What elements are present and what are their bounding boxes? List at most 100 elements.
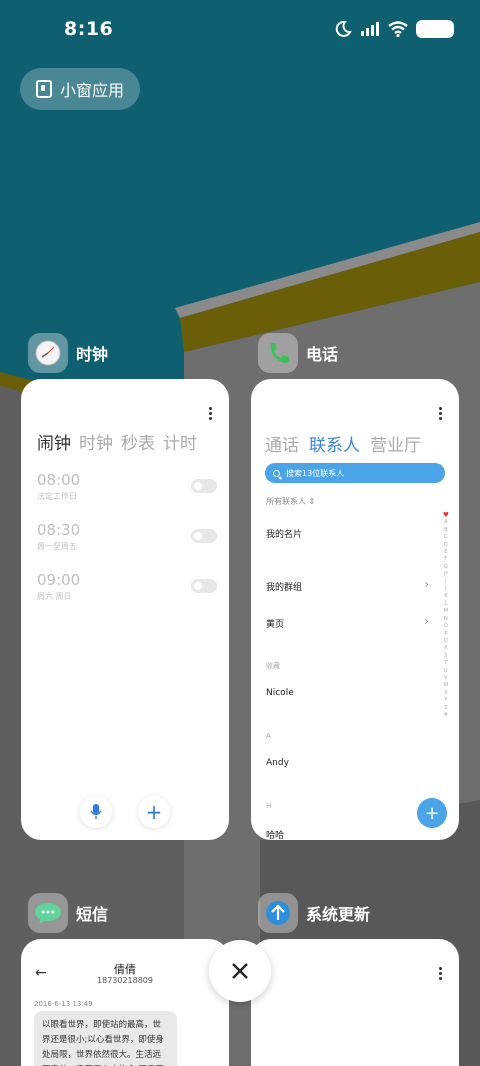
- contact-row[interactable]: Andy: [266, 758, 289, 768]
- alarm-time: 08:30: [37, 521, 81, 539]
- add-alarm-button[interactable]: +: [138, 796, 170, 828]
- close-icon: [232, 963, 248, 979]
- index-letter[interactable]: E: [444, 549, 447, 556]
- contact-search-input[interactable]: 搜索13位联系人: [265, 463, 445, 483]
- index-letter[interactable]: R: [444, 645, 447, 652]
- microphone-icon: [90, 804, 102, 819]
- tab-timer[interactable]: 计时: [163, 429, 197, 454]
- sms-app-name: 短信: [76, 905, 109, 924]
- index-letter[interactable]: J: [445, 586, 446, 593]
- favorites-heart-icon[interactable]: ♥: [443, 511, 449, 519]
- tab-calls[interactable]: 通话: [265, 431, 299, 456]
- signal-icon: [361, 22, 379, 36]
- index-letter[interactable]: Y: [444, 697, 447, 704]
- index-letter[interactable]: C: [444, 534, 448, 541]
- contact-filter-label: 所有联系人: [266, 497, 306, 506]
- more-menu-icon[interactable]: [435, 407, 445, 420]
- contact-row[interactable]: Nicole: [266, 688, 294, 698]
- alarm-time: 08:00: [37, 471, 81, 489]
- index-letter[interactable]: #: [444, 712, 448, 719]
- plus-icon: +: [424, 802, 440, 824]
- contact-row[interactable]: 哈哈: [266, 828, 284, 840]
- battery-icon: [416, 20, 454, 38]
- status-bar: 8:16: [0, 0, 480, 60]
- search-placeholder: 搜索13位联系人: [286, 468, 345, 478]
- index-letter[interactable]: Q: [444, 638, 448, 645]
- sms-app-card[interactable]: ← 倩倩 18730218809 2016-6-13 13:49 以眼看世界，即…: [21, 939, 229, 1066]
- index-letter[interactable]: F: [444, 556, 447, 563]
- more-menu-icon[interactable]: [435, 967, 445, 980]
- phone-app-card[interactable]: 通话 联系人 营业厅 搜索13位联系人 所有联系人 ⇕ 我的名片 我的群组 › …: [251, 379, 459, 840]
- phone-app-icon: [258, 333, 298, 373]
- index-letter[interactable]: K: [444, 593, 447, 600]
- index-letter[interactable]: Z: [444, 705, 447, 712]
- alarm-toggle[interactable]: [191, 529, 217, 543]
- clock-app-name: 时钟: [76, 345, 109, 364]
- alarm-time: 09:00: [37, 571, 81, 589]
- index-letter[interactable]: G: [444, 564, 448, 571]
- app-header-clock[interactable]: 时钟: [28, 333, 108, 373]
- my-groups-row[interactable]: 我的群组: [266, 580, 302, 593]
- app-header-system-update[interactable]: 系统更新: [258, 893, 370, 933]
- tab-clock[interactable]: 时钟: [79, 429, 113, 454]
- index-letter[interactable]: U: [444, 668, 448, 675]
- small-window-icon: [36, 80, 52, 98]
- sms-app-icon: [28, 893, 68, 933]
- app-header-sms[interactable]: 短信: [28, 893, 108, 933]
- index-letter[interactable]: M: [444, 608, 448, 615]
- index-letter[interactable]: T: [444, 660, 447, 667]
- index-letter[interactable]: B: [444, 527, 447, 534]
- more-menu-icon[interactable]: [205, 407, 215, 420]
- alarm-item[interactable]: 09:00 周六 周日: [37, 571, 217, 602]
- alarm-item[interactable]: 08:30 周一至周五: [37, 521, 217, 552]
- alarm-toggle[interactable]: [191, 479, 217, 493]
- wifi-icon: [388, 21, 408, 37]
- index-letter[interactable]: A: [444, 519, 447, 526]
- app-header-phone[interactable]: 电话: [258, 333, 338, 373]
- index-letter[interactable]: N: [444, 616, 448, 623]
- clock-app-icon: [28, 333, 68, 373]
- section-header-a: A: [266, 732, 271, 740]
- alarm-repeat: 周六 周日: [37, 592, 72, 601]
- section-header-favorites: 收藏: [266, 662, 280, 670]
- chevron-right-icon: ›: [424, 577, 429, 591]
- system-update-app-name: 系统更新: [306, 905, 371, 924]
- contact-filter-dropdown[interactable]: 所有联系人 ⇕: [266, 496, 315, 507]
- index-letter[interactable]: P: [444, 631, 447, 638]
- tab-stopwatch[interactable]: 秒表: [121, 429, 155, 454]
- phone-app-name: 电话: [306, 345, 339, 364]
- tab-contacts[interactable]: 联系人: [309, 431, 360, 456]
- alphabet-index-bar[interactable]: ♥ A B C D E F G H I J K L M N O P Q R S T U V W X Y Z #: [443, 511, 449, 719]
- sms-contact-name: 倩倩: [114, 963, 136, 976]
- index-letter[interactable]: X: [444, 690, 447, 697]
- alarm-item[interactable]: 08:00 法定工作日: [37, 471, 217, 502]
- section-header-h: H: [266, 802, 272, 810]
- voice-alarm-button[interactable]: [80, 796, 112, 828]
- index-letter[interactable]: S: [444, 653, 447, 660]
- clear-all-button[interactable]: [209, 940, 271, 1002]
- index-letter[interactable]: L: [444, 601, 447, 608]
- alarm-repeat: 周一至周五: [37, 542, 77, 551]
- index-letter[interactable]: D: [444, 542, 448, 549]
- index-letter[interactable]: H: [444, 571, 448, 578]
- sms-date: 2016-6-13 13:49: [34, 1000, 93, 1008]
- small-window-apps-button[interactable]: 小窗应用: [20, 68, 140, 110]
- index-letter[interactable]: O: [444, 623, 448, 630]
- index-letter[interactable]: W: [443, 682, 448, 689]
- index-letter[interactable]: V: [444, 675, 447, 682]
- system-update-app-card[interactable]: [251, 939, 459, 1066]
- sms-message-bubble[interactable]: 以眼看世界，即使站的最高，世界还是很小;以心看世界，即使身处局限，世界依然很大。…: [34, 1011, 177, 1066]
- yellow-pages-row[interactable]: 黄页: [266, 617, 284, 630]
- sms-contact-number: 18730218809: [97, 976, 153, 985]
- index-letter[interactable]: I: [445, 579, 446, 586]
- alarm-toggle[interactable]: [191, 579, 217, 593]
- clock-app-card[interactable]: 闹钟 时钟 秒表 计时 08:00 法定工作日 08:30 周一至周五 09:0…: [21, 379, 229, 840]
- add-contact-button[interactable]: +: [417, 798, 447, 828]
- small-window-label: 小窗应用: [60, 81, 125, 100]
- my-card-row[interactable]: 我的名片: [266, 527, 302, 540]
- tab-service-hall[interactable]: 营业厅: [370, 431, 421, 456]
- do-not-disturb-moon-icon: [335, 20, 352, 37]
- sort-arrows-icon: ⇕: [308, 497, 316, 506]
- tab-alarm[interactable]: 闹钟: [37, 429, 71, 454]
- chevron-right-icon: ›: [424, 614, 429, 628]
